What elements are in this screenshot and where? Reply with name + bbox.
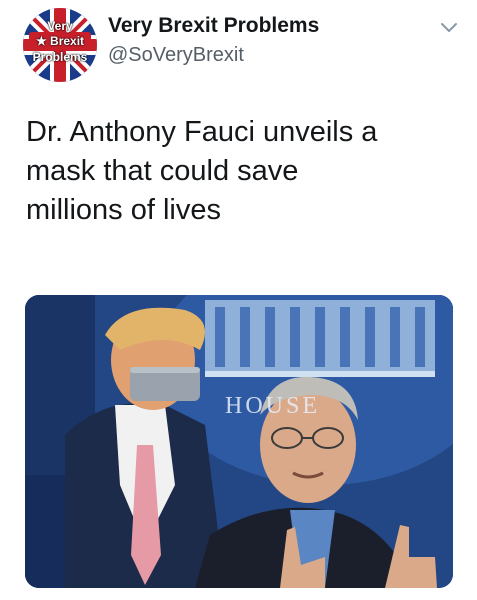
press-briefing-photo bbox=[25, 295, 453, 588]
avatar-text-very: Very bbox=[47, 19, 73, 33]
chevron-down-icon[interactable] bbox=[440, 22, 458, 34]
tweet-text: Dr. Anthony Fauci unveils a mask that co… bbox=[26, 113, 456, 230]
avatar[interactable]: Very ★ Brexit Problems bbox=[23, 8, 97, 82]
tweet-text-line: Dr. Anthony Fauci unveils a bbox=[26, 116, 378, 148]
tweet-card[interactable]: Very ★ Brexit Problems Very Brexit Probl… bbox=[0, 0, 477, 600]
backdrop-house-text: HOUSE bbox=[225, 393, 321, 419]
avatar-text-problems: Problems bbox=[32, 50, 88, 64]
tweet-text-line: mask that could save bbox=[26, 155, 299, 187]
tweet-text-line: millions of lives bbox=[26, 194, 221, 226]
avatar-text-brexit: ★ Brexit bbox=[35, 34, 85, 48]
user-handle[interactable]: @SoVeryBrexit bbox=[108, 44, 244, 67]
display-name[interactable]: Very Brexit Problems bbox=[108, 14, 319, 38]
tweet-media-image[interactable]: HOUSE bbox=[25, 295, 453, 588]
